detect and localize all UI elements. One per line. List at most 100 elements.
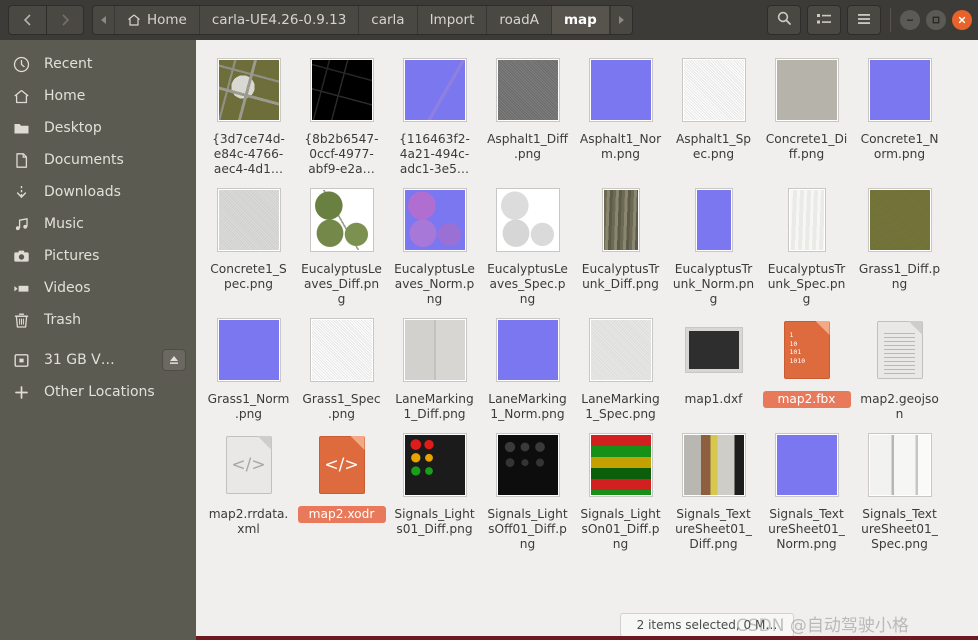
home-icon <box>12 87 30 105</box>
breadcrumb-item-carla-ue4[interactable]: carla-UE4.26-0.9.13 <box>200 6 360 34</box>
sidebar-item-recent[interactable]: Recent <box>0 48 196 80</box>
file-item[interactable]: {3d7ce74d-e84c-4766-aec4-4d1… <box>202 48 295 178</box>
image-thumbnail <box>495 318 560 382</box>
window-body: Recent Home Desktop Documents Downloads <box>0 40 978 640</box>
file-item[interactable]: EucalyptusTrunk_Diff.png <box>574 178 667 308</box>
image-thumbnail <box>309 188 374 252</box>
file-item[interactable]: map1.dxf <box>667 308 760 423</box>
breadcrumb-label: Home <box>147 12 187 28</box>
file-item[interactable]: EucalyptusTrunk_Norm.png <box>667 178 760 308</box>
file-item[interactable]: Asphalt1_Diff.png <box>481 48 574 178</box>
file-item[interactable]: Signals_TextureSheet01_Norm.png <box>760 423 853 553</box>
file-item[interactable]: </> map2.rrdata.xml <box>202 423 295 553</box>
nav-button-group <box>8 5 84 35</box>
file-name: EucalyptusLeaves_Spec.png <box>487 262 568 306</box>
close-button[interactable] <box>952 10 972 30</box>
menu-button[interactable] <box>847 5 881 35</box>
breadcrumb-scroll-left-icon[interactable] <box>93 6 115 34</box>
sidebar-item-downloads[interactable]: Downloads <box>0 176 196 208</box>
file-item[interactable]: </> map2.xodr <box>295 423 388 553</box>
file-item[interactable]: LaneMarking1_Diff.png <box>388 308 481 423</box>
minimize-button[interactable] <box>900 10 920 30</box>
file-item[interactable]: Concrete1_Diff.png <box>760 48 853 178</box>
sidebar-item-label: Trash <box>44 312 81 328</box>
thumbnail-wrap <box>694 184 733 256</box>
image-thumbnail <box>867 433 932 497</box>
image-thumbnail <box>216 188 281 252</box>
file-view[interactable]: {3d7ce74d-e84c-4766-aec4-4d1… {8b2b6547-… <box>196 40 978 640</box>
search-icon <box>776 10 792 30</box>
document-icon <box>12 151 30 169</box>
video-icon <box>12 279 30 297</box>
bottom-accent-bar <box>196 636 978 640</box>
file-name: Signals_TextureSheet01_Diff.png <box>675 507 752 551</box>
breadcrumb-label: carla <box>371 12 405 28</box>
sidebar-item-label: Other Locations <box>44 384 155 400</box>
sidebar-item-home[interactable]: Home <box>0 80 196 112</box>
thumbnail-wrap <box>402 54 467 126</box>
file-name: Signals_Lights01_Diff.png <box>394 507 475 536</box>
file-item[interactable]: Grass1_Diff.png <box>853 178 946 308</box>
file-item[interactable]: Asphalt1_Spec.png <box>667 48 760 178</box>
file-item[interactable]: EucalyptusLeaves_Diff.png <box>295 178 388 308</box>
file-item[interactable]: EucalyptusLeaves_Norm.png <box>388 178 481 308</box>
sidebar-item-label: Desktop <box>44 120 102 136</box>
file-item[interactable]: Asphalt1_Norm.png <box>574 48 667 178</box>
file-item[interactable]: Concrete1_Spec.png <box>202 178 295 308</box>
thumbnail-wrap <box>216 184 281 256</box>
thumbnail-wrap <box>774 54 839 126</box>
view-options-button[interactable] <box>807 5 841 35</box>
image-thumbnail <box>867 58 932 122</box>
maximize-button[interactable] <box>926 10 946 30</box>
file-item[interactable]: {116463f2-4a21-494c-adc1-3e5… <box>388 48 481 178</box>
image-thumbnail <box>684 327 743 373</box>
file-item[interactable]: 1 10 101 1010 map2.fbx <box>760 308 853 423</box>
file-name: map1.dxf <box>684 392 743 406</box>
file-item[interactable]: LaneMarking1_Norm.png <box>481 308 574 423</box>
sidebar-item-other-locations[interactable]: Other Locations <box>0 376 196 408</box>
file-name: Grass1_Diff.png <box>858 262 941 291</box>
file-item[interactable]: LaneMarking1_Spec.png <box>574 308 667 423</box>
image-thumbnail <box>588 433 653 497</box>
thumbnail-wrap: </> <box>225 429 272 501</box>
breadcrumb-item-carla[interactable]: carla <box>359 6 418 34</box>
sidebar-item-pictures[interactable]: Pictures <box>0 240 196 272</box>
breadcrumb-item-roada[interactable]: roadA <box>487 6 552 34</box>
image-thumbnail <box>495 433 560 497</box>
image-thumbnail <box>402 58 467 122</box>
breadcrumb-item-map[interactable]: map <box>551 6 610 34</box>
file-item[interactable]: EucalyptusTrunk_Spec.png <box>760 178 853 308</box>
back-button[interactable] <box>8 5 46 35</box>
file-item[interactable]: map2.geojson <box>853 308 946 423</box>
sidebar-item-videos[interactable]: Videos <box>0 272 196 304</box>
eject-button[interactable] <box>162 349 186 371</box>
sidebar-item-desktop[interactable]: Desktop <box>0 112 196 144</box>
file-item[interactable]: Grass1_Spec.png <box>295 308 388 423</box>
file-item[interactable]: Grass1_Norm.png <box>202 308 295 423</box>
breadcrumb-item-import[interactable]: Import <box>418 6 488 34</box>
file-item[interactable]: Signals_TextureSheet01_Diff.png <box>667 423 760 553</box>
file-item[interactable]: Concrete1_Norm.png <box>853 48 946 178</box>
thumbnail-wrap: 1 10 101 1010 <box>783 314 830 386</box>
image-thumbnail <box>681 58 746 122</box>
image-thumbnail <box>681 433 746 497</box>
forward-button[interactable] <box>46 5 84 35</box>
file-item[interactable]: EucalyptusLeaves_Spec.png <box>481 178 574 308</box>
file-item[interactable]: Signals_TextureSheet01_Spec.png <box>853 423 946 553</box>
breadcrumb-item-home[interactable]: Home <box>115 6 200 34</box>
sidebar-item-documents[interactable]: Documents <box>0 144 196 176</box>
thumbnail-wrap <box>867 184 932 256</box>
file-item[interactable]: Signals_LightsOn01_Diff.png <box>574 423 667 553</box>
file-item[interactable]: {8b2b6547-0ccf-4977-abf9-e2a… <box>295 48 388 178</box>
sidebar-item-music[interactable]: Music <box>0 208 196 240</box>
drive-icon <box>12 351 30 369</box>
thumbnail-wrap <box>495 314 560 386</box>
file-item[interactable]: Signals_Lights01_Diff.png <box>388 423 481 553</box>
breadcrumb-scroll-right-icon[interactable] <box>609 6 632 34</box>
sidebar-item-trash[interactable]: Trash <box>0 304 196 336</box>
file-name: EucalyptusTrunk_Norm.png <box>672 262 755 306</box>
file-item[interactable]: Signals_LightsOff01_Diff.png <box>481 423 574 553</box>
sidebar-item-volume[interactable]: 31 GB V… <box>0 344 196 376</box>
search-button[interactable] <box>767 5 801 35</box>
file-name: Concrete1_Spec.png <box>210 262 287 291</box>
